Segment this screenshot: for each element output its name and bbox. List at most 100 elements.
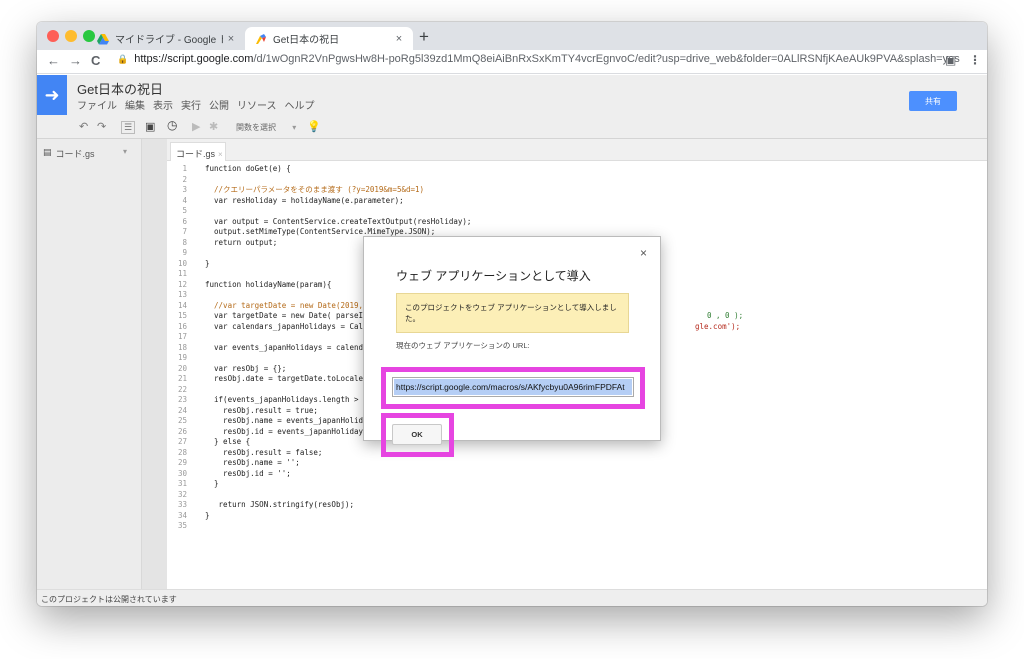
line-number: 16	[177, 321, 187, 331]
menu-publish[interactable]: 公開	[209, 97, 229, 112]
apps-script-logo-icon[interactable]: ➜	[37, 75, 67, 115]
line-number: 4	[182, 195, 187, 205]
line-number: 14	[177, 300, 187, 310]
tab-close-icon[interactable]: ×	[391, 33, 407, 45]
reload-button[interactable]: C	[91, 53, 100, 68]
code-text: }	[205, 510, 210, 520]
code-line: 4 var resHoliday = holidayName(e.paramet…	[167, 196, 987, 207]
dialog-title: ウェブ アプリケーションとして導入	[396, 269, 591, 283]
line-number: 12	[177, 279, 187, 289]
menu-bar: ファイル 編集 表示 実行 公開 リソース ヘルプ	[77, 97, 315, 112]
code-text: resObj.name = '';	[205, 458, 300, 467]
menu-help[interactable]: ヘルプ	[285, 97, 315, 112]
tab-label: マイドライブ - Google ドライブ	[115, 35, 223, 46]
sidebar-gutter	[142, 139, 167, 589]
code-line: 28 resObj.result = false;	[167, 448, 987, 459]
code-text: var calendars_japanHolidays = Calenda	[205, 321, 382, 331]
tab-label: Get日本の祝日	[273, 35, 340, 46]
clock-icon[interactable]: ◷	[167, 118, 177, 132]
code-text: }	[205, 479, 219, 488]
browser-toolbar: ← → C 🔒 https://script.google.com/d/1wOg…	[37, 50, 987, 74]
code-text: var resHoliday = holidayName(e.parameter…	[205, 195, 404, 205]
line-number: 22	[177, 384, 187, 394]
chevron-down-icon[interactable]: ▾	[123, 147, 127, 156]
tab-close-icon[interactable]: ×	[223, 33, 239, 45]
file-icon: ▤	[43, 147, 52, 157]
line-number: 2	[182, 174, 187, 184]
lock-icon: 🔒	[117, 53, 129, 64]
google-drive-icon	[97, 33, 109, 44]
extension-icon[interactable]: ▣	[945, 53, 956, 67]
indent-icon[interactable]: ☰	[121, 121, 136, 134]
line-number: 7	[182, 227, 187, 236]
code-text: var resObj = {};	[205, 363, 287, 373]
line-number: 19	[177, 353, 187, 362]
menu-run[interactable]: 実行	[181, 97, 201, 112]
line-number: 9	[182, 248, 187, 257]
share-button[interactable]: 共有	[909, 91, 957, 111]
apps-script-icon	[256, 33, 266, 44]
code-text: //クエリーパラメータをそのまま渡す (?y=2019&m=5&d=1)	[205, 185, 425, 194]
ok-highlight-frame	[381, 413, 454, 457]
tab-apps-script[interactable]: Get日本の祝日 ×	[245, 27, 413, 50]
menu-resources[interactable]: リソース	[237, 97, 277, 112]
lightbulb-icon[interactable]: 💡	[307, 120, 321, 133]
line-number: 31	[177, 479, 187, 488]
code-line: 1 function doGet(e) {	[167, 164, 987, 175]
line-number: 11	[177, 269, 187, 278]
browser-menu-icon[interactable]: ⋮	[969, 53, 981, 67]
chevron-down-icon: ▾	[292, 123, 297, 132]
code-line: 3 //クエリーパラメータをそのまま渡す (?y=2019&m=5&d=1)	[167, 185, 987, 196]
line-number: 6	[182, 216, 187, 226]
function-select[interactable]: 関数を選択 ▾	[236, 122, 296, 133]
forward-button[interactable]: →	[69, 53, 82, 68]
tab-google-drive[interactable]: マイドライブ - Google ドライブ ×	[87, 27, 245, 50]
code-text: resObj.name = events_japanHolidays[	[205, 416, 382, 425]
code-line: 31 }	[167, 479, 987, 490]
app-header: ➜ Get日本の祝日 ファイル 編集 表示 実行 公開 リソース ヘルプ 共有	[37, 75, 987, 115]
function-select-label: 関数を選択	[236, 123, 276, 132]
code-line: 29 resObj.name = '';	[167, 458, 987, 469]
url-host: https://script.google.com	[134, 53, 254, 65]
close-window-button[interactable]	[47, 30, 59, 42]
new-tab-button[interactable]: +	[419, 27, 429, 47]
menu-edit[interactable]: 編集	[125, 97, 145, 112]
sidebar-file-code-gs[interactable]: ▤ コード.gs	[43, 147, 95, 160]
line-number: 20	[177, 363, 187, 373]
debug-icon[interactable]: ✱	[209, 120, 218, 133]
line-number: 35	[177, 521, 187, 530]
url-label: 現在のウェブ アプリケーションの URL:	[396, 341, 530, 350]
line-number: 27	[177, 437, 187, 446]
file-sidebar: ▤ コード.gs ▾	[37, 139, 142, 589]
close-icon[interactable]: ×	[640, 246, 647, 260]
close-icon[interactable]: ×	[218, 150, 223, 159]
code-text: return JSON.stringify(resObj);	[205, 500, 355, 509]
browser-window: マイドライブ - Google ドライブ × Get日本の祝日 × + ← → …	[37, 22, 987, 606]
run-icon[interactable]: ▶	[192, 120, 200, 133]
editor-tab-code-gs[interactable]: コード.gs ×	[170, 142, 226, 161]
code-line: 2	[167, 175, 987, 186]
line-number: 3	[182, 185, 187, 194]
undo-icon[interactable]: ↶	[79, 120, 88, 133]
line-number: 21	[177, 374, 187, 383]
editor-tab-label: コード.gs	[176, 149, 216, 159]
code-line: 35	[167, 521, 987, 532]
address-bar[interactable]: 🔒 https://script.google.com/d/1wOgnR2VnP…	[117, 53, 960, 65]
notice-box: このプロジェクトをウェブ アプリケーションとして導入しました。	[396, 293, 629, 333]
line-number: 30	[177, 468, 187, 478]
redo-icon[interactable]: ↷	[97, 120, 106, 133]
menu-view[interactable]: 表示	[153, 97, 173, 112]
code-text: } else {	[205, 437, 251, 446]
back-button[interactable]: ←	[47, 53, 60, 68]
project-title[interactable]: Get日本の祝日	[77, 79, 163, 98]
code-text: resObj.date = targetDate.toLocaleDate	[205, 374, 382, 383]
menu-file[interactable]: ファイル	[77, 97, 117, 112]
line-number: 34	[177, 510, 187, 520]
minimize-window-button[interactable]	[65, 30, 77, 42]
save-icon[interactable]: ▣	[145, 120, 155, 133]
code-line: 6 var output = ContentService.createText…	[167, 217, 987, 228]
url-highlight-frame	[381, 367, 645, 409]
code-text: resObj.result = false;	[205, 447, 323, 457]
code-text: return output;	[205, 237, 278, 247]
code-text: function doGet(e) {	[205, 164, 291, 173]
